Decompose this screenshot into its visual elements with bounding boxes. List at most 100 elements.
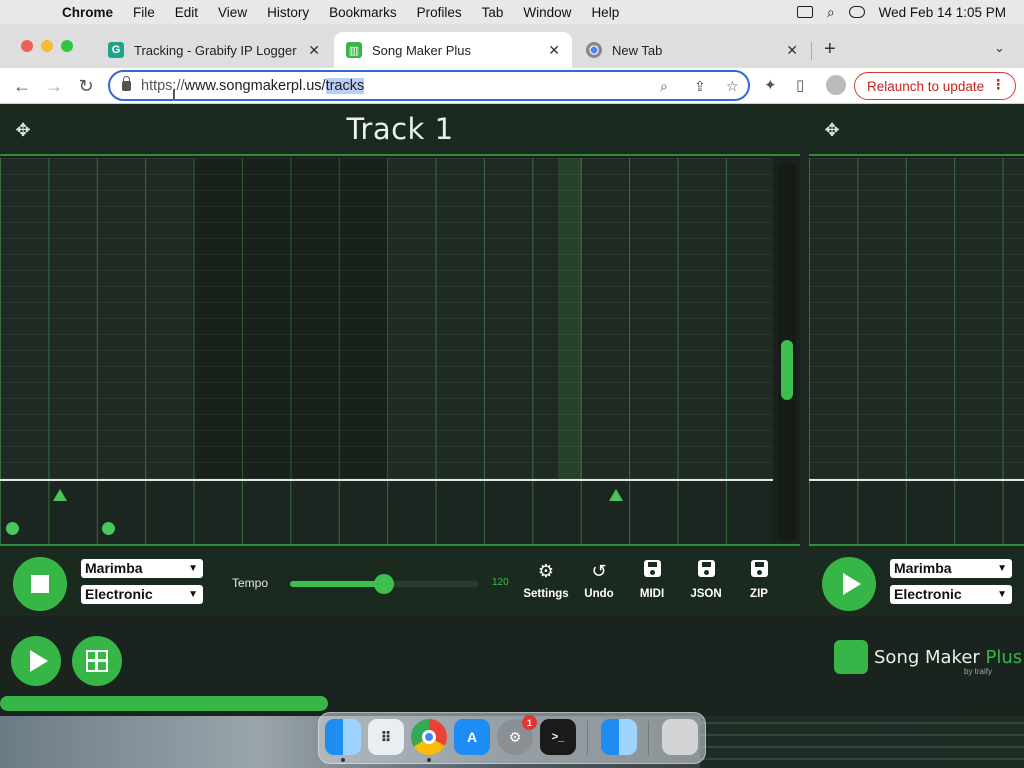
running-indicator (341, 758, 345, 762)
chevron-down-icon: ▼ (997, 563, 1007, 574)
percussion-circle-note[interactable] (6, 522, 19, 535)
tempo-slider-thumb[interactable] (374, 574, 394, 594)
tab-close-icon[interactable]: ✕ (308, 42, 320, 59)
tab-new-tab[interactable]: New Tab ✕ (574, 32, 810, 68)
menu-window[interactable]: Window (513, 5, 581, 20)
tab-grabify[interactable]: G Tracking - Grabify IP Logger & ✕ (96, 32, 332, 68)
finder-window-icon[interactable] (601, 719, 637, 755)
tab-close-icon[interactable]: ✕ (786, 42, 798, 59)
tab-song-maker-plus[interactable]: ▥ Song Maker Plus ✕ (334, 32, 572, 68)
percussion-select[interactable]: Electronic ▼ (81, 585, 203, 604)
more-menu-icon[interactable]: ⋮ (992, 77, 1006, 93)
dock-separator (648, 721, 649, 755)
logo-byline: by traify (964, 667, 993, 676)
save-icon (697, 560, 715, 577)
tempo-value: 120 (492, 577, 509, 588)
save-icon (643, 560, 661, 577)
tempo-label: Tempo (232, 576, 269, 590)
songmaker-favicon-icon: ▥ (346, 42, 362, 58)
percussion-select-2[interactable]: Electronic ▼ (890, 585, 1012, 604)
song-maker-app: ✥ Track 1 Marimba ▼ Electronic ▼ Tempo 120… (0, 104, 1024, 716)
percussion-triangle-note[interactable] (609, 489, 623, 501)
stop-button[interactable] (13, 557, 67, 611)
midi-button[interactable]: MIDI (622, 560, 682, 600)
app-store-icon[interactable]: A (454, 719, 490, 755)
menu-view[interactable]: View (208, 5, 257, 20)
trash-icon[interactable] (662, 719, 698, 755)
window-close-button[interactable] (21, 40, 33, 52)
spotlight-search-icon[interactable]: ⌕ (827, 4, 835, 21)
lock-icon[interactable] (122, 75, 131, 91)
gear-icon: ⚙ (537, 561, 555, 581)
address-bar[interactable]: https://www.songmakerpl.us/tracks ⌕ ⇪ ☆ (108, 70, 750, 101)
forward-arrow-icon[interactable]: → (42, 74, 66, 98)
menu-history[interactable]: History (257, 5, 319, 20)
grid-shade-band (194, 158, 388, 480)
percussion-grid[interactable] (0, 481, 773, 544)
browser-tabstrip: G Tracking - Grabify IP Logger & ✕ ▥ Son… (0, 24, 1024, 68)
track-controls-2: Marimba ▼ Electronic ▼ (809, 544, 1024, 616)
window-minimize-button[interactable] (41, 40, 53, 52)
launchpad-icon[interactable]: ⠿ (368, 719, 404, 755)
finder-icon[interactable] (325, 719, 361, 755)
chevron-down-icon: ▼ (997, 589, 1007, 600)
dock-separator (587, 721, 588, 755)
grid-view-button[interactable] (72, 636, 122, 686)
percussion-triangle-note[interactable] (53, 489, 67, 501)
bookmark-star-icon[interactable]: ☆ (726, 78, 739, 95)
menu-bookmarks[interactable]: Bookmarks (319, 5, 407, 20)
track-panel-1: ✥ Track 1 (0, 104, 800, 616)
instrument-select[interactable]: Marimba ▼ (81, 559, 203, 578)
reload-icon[interactable]: ↻ (74, 74, 98, 98)
play-button-track-2[interactable] (822, 557, 876, 611)
control-center-icon[interactable] (848, 6, 865, 18)
relaunch-label: Relaunch to update (867, 78, 985, 94)
menubar-clock[interactable]: Wed Feb 14 1:05 PM (879, 5, 1006, 20)
notification-badge: 1 (522, 715, 537, 730)
menu-file[interactable]: File (123, 5, 165, 20)
zip-button[interactable]: ZIP (729, 560, 789, 600)
play-all-button[interactable] (11, 636, 61, 686)
tab-search-chevron-icon[interactable]: ⌄ (994, 40, 1005, 56)
share-icon[interactable]: ⇪ (694, 78, 706, 95)
undo-label: Undo (584, 588, 614, 600)
chrome-icon[interactable] (411, 719, 447, 755)
melody-grid-2[interactable] (809, 158, 1024, 480)
chrome-favicon-icon (586, 42, 602, 58)
undo-button[interactable]: ↺ Undo (569, 560, 629, 600)
song-progress-bar[interactable] (0, 696, 328, 711)
instrument-select-2[interactable]: Marimba ▼ (890, 559, 1012, 578)
new-tab-plus-icon[interactable]: + (824, 38, 836, 61)
system-settings-icon[interactable]: ⚙ 1 (497, 715, 537, 755)
side-panel-icon[interactable]: ▯ (796, 76, 804, 94)
chevron-down-icon: ▼ (188, 589, 198, 600)
screen-mirroring-icon[interactable] (796, 6, 813, 18)
menu-edit[interactable]: Edit (165, 5, 208, 20)
menu-app-name[interactable]: Chrome (52, 5, 123, 20)
back-arrow-icon[interactable]: ← (10, 74, 34, 98)
percussion-grid-2[interactable] (809, 481, 1024, 544)
move-drag-icon[interactable]: ✥ (822, 120, 842, 140)
play-icon (29, 650, 48, 672)
zoom-icon[interactable]: ⌕ (660, 78, 668, 95)
extensions-puzzle-icon[interactable]: ✦ (764, 76, 777, 94)
window-zoom-button[interactable] (61, 40, 73, 52)
track-header-2: ✥ (809, 104, 1024, 156)
tab-close-icon[interactable]: ✕ (548, 42, 560, 59)
percussion-circle-note[interactable] (102, 522, 115, 535)
json-label: JSON (690, 588, 722, 600)
track-title[interactable]: Track 1 (0, 112, 800, 146)
menu-tab[interactable]: Tab (472, 5, 514, 20)
song-maker-plus-logo: Song Maker Plus (834, 640, 1022, 674)
menu-help[interactable]: Help (581, 5, 629, 20)
terminal-icon[interactable]: >_ (540, 719, 576, 755)
vertical-scroll-thumb[interactable] (781, 340, 793, 400)
profile-avatar-icon[interactable] (826, 75, 846, 95)
settings-label: Settings (523, 588, 569, 600)
json-button[interactable]: JSON (676, 560, 736, 600)
relaunch-to-update-button[interactable]: Relaunch to update ⋮ (854, 72, 1016, 100)
menu-profiles[interactable]: Profiles (407, 5, 472, 20)
running-indicator (427, 758, 431, 762)
settings-button[interactable]: ⚙ Settings (516, 560, 576, 600)
track-panel-2: ✥ (809, 104, 1024, 616)
